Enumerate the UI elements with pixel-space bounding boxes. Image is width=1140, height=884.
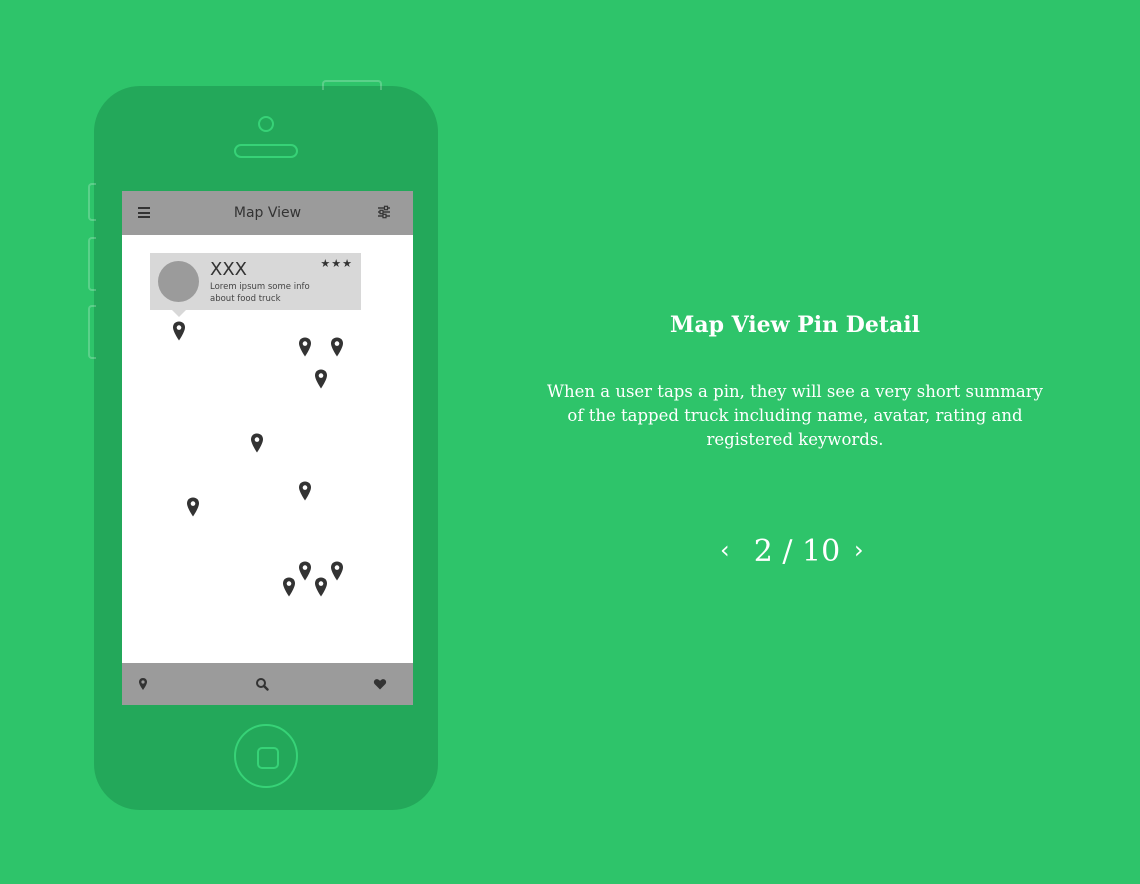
slide-description: When a user taps a pin, they will see a …	[547, 382, 1043, 449]
bottom-tab-bar	[122, 663, 413, 705]
sliders-icon[interactable]	[377, 205, 391, 219]
map-pin-icon[interactable]	[298, 481, 312, 501]
map-pin-icon[interactable]	[330, 561, 344, 581]
truck-avatar	[158, 261, 199, 302]
map-pin-icon[interactable]	[282, 577, 296, 597]
search-icon[interactable]	[255, 677, 269, 691]
popup-pointer	[172, 310, 186, 317]
map-pin-icon[interactable]	[298, 337, 312, 357]
truck-name: XXX	[210, 259, 247, 280]
phone-power-button	[322, 80, 382, 90]
heart-icon[interactable]	[373, 677, 387, 691]
phone-camera	[258, 116, 274, 132]
map-pin-icon[interactable]	[136, 677, 150, 691]
slide-pager: ‹ 2 / 10 ›	[700, 532, 890, 576]
map-pin-icon[interactable]	[314, 369, 328, 389]
slide-title: Map View Pin Detail	[669, 312, 921, 338]
home-button-square	[257, 747, 279, 769]
next-slide-button[interactable]: ›	[854, 536, 864, 564]
phone-home-button	[234, 724, 298, 788]
map-area[interactable]: XXX Lorem ipsum some info about food tru…	[122, 235, 413, 663]
phone-speaker	[234, 144, 298, 158]
screen-title: Map View	[233, 205, 302, 221]
map-pin-icon[interactable]	[186, 497, 200, 517]
map-pin-icon[interactable]	[330, 337, 344, 357]
map-pin-icon[interactable]	[314, 577, 328, 597]
phone-mockup: Map View XXX Lorem ipsum some info about…	[88, 80, 438, 810]
truck-summary-popup[interactable]: XXX Lorem ipsum some info about food tru…	[150, 253, 361, 317]
slide-counter: 2 / 10	[753, 534, 841, 569]
map-pin-icon[interactable]	[250, 433, 264, 453]
map-pin-icon[interactable]	[172, 321, 186, 341]
previous-slide-button[interactable]: ‹	[720, 536, 730, 564]
star-rating: ★★★	[320, 257, 353, 270]
map-pin-icon[interactable]	[298, 561, 312, 581]
phone-screen: Map View XXX Lorem ipsum some info about…	[122, 191, 413, 705]
phone-volume-up-button	[88, 237, 96, 291]
truck-description: Lorem ipsum some info about food truck	[210, 282, 310, 304]
phone-mute-switch	[88, 183, 96, 221]
phone-volume-down-button	[88, 305, 96, 359]
hamburger-icon[interactable]	[138, 207, 150, 218]
slide-page: Map View XXX Lorem ipsum some info about…	[0, 0, 1140, 884]
map-top-bar: Map View	[122, 191, 413, 235]
